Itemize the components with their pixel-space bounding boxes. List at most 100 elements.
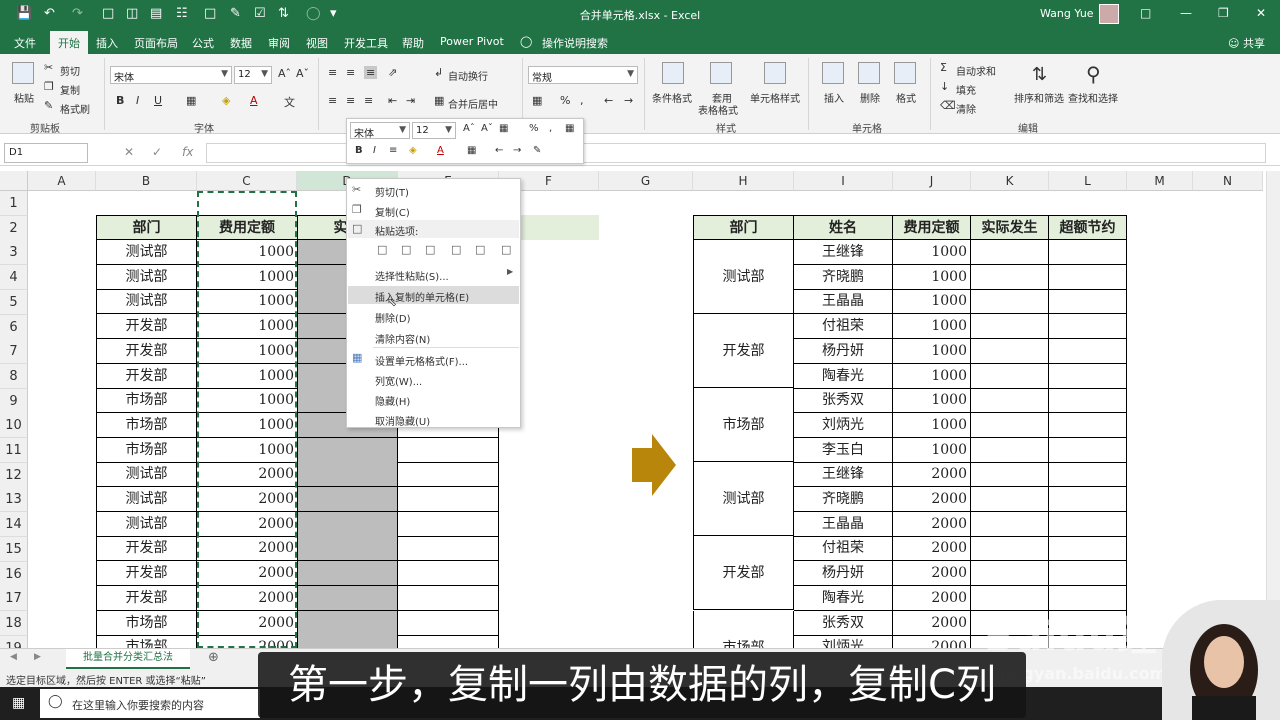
tab-formulas[interactable]: 公式 xyxy=(192,35,214,51)
column-header-i[interactable]: I xyxy=(794,171,893,191)
italic-icon[interactable]: I xyxy=(373,145,376,156)
insert-cells-icon[interactable] xyxy=(822,62,844,84)
vertical-scrollbar[interactable] xyxy=(1266,171,1280,648)
left-dept-cell[interactable]: 市场部 xyxy=(96,610,197,636)
right-empty-cell[interactable] xyxy=(1049,412,1127,438)
tab-page-layout[interactable]: 页面布局 xyxy=(134,35,178,51)
find-select-button[interactable]: 查找和选择 xyxy=(1068,90,1118,105)
percent-icon[interactable]: % xyxy=(560,94,570,107)
right-header-dept[interactable]: 部门 xyxy=(693,215,794,240)
close-icon[interactable]: ✕ xyxy=(1256,6,1266,20)
right-budget-cell[interactable]: 1000 xyxy=(893,338,971,364)
paste-icon[interactable]: □ xyxy=(377,243,387,256)
left-dept-cell[interactable]: 开发部 xyxy=(96,536,197,562)
menu-format-cells[interactable]: 设置单元格格式(F)... xyxy=(375,353,468,368)
align-right-icon[interactable]: ≡ xyxy=(364,94,373,107)
fill-color-icon[interactable]: ◈ xyxy=(409,145,417,156)
cut-button[interactable]: 剪切 xyxy=(60,63,80,78)
increase-indent-icon[interactable]: ⇥ xyxy=(406,94,415,107)
next-sheet-icon[interactable]: ▶ xyxy=(34,652,41,662)
right-empty-cell[interactable] xyxy=(1049,536,1127,562)
sort-icon[interactable]: ⇅ xyxy=(278,6,289,21)
bold-icon[interactable]: B xyxy=(116,94,124,107)
left-dept-cell[interactable]: 开发部 xyxy=(96,338,197,364)
increase-font-icon[interactable]: Aˆ xyxy=(278,67,291,80)
accounting-icon[interactable]: ▦ xyxy=(532,94,542,107)
prev-sheet-icon[interactable]: ◀ xyxy=(10,652,17,662)
tell-me-search[interactable]: 操作说明搜索 xyxy=(542,35,608,51)
tab-view[interactable]: 视图 xyxy=(306,35,328,51)
right-empty-cell[interactable] xyxy=(1049,289,1127,315)
row-header[interactable]: 3 xyxy=(0,240,28,266)
row-header[interactable]: 10 xyxy=(0,413,28,439)
percent-icon[interactable]: % xyxy=(529,123,539,134)
sort-filter-icon[interactable]: ⇅ xyxy=(1032,64,1047,85)
right-empty-cell[interactable] xyxy=(971,338,1049,364)
right-empty-cell[interactable] xyxy=(971,511,1049,537)
left-actual-cell[interactable] xyxy=(298,437,398,463)
left-actual-cell[interactable] xyxy=(298,610,398,636)
right-dept-merged-cell[interactable]: 市场部 xyxy=(693,388,794,463)
row-header[interactable]: 6 xyxy=(0,314,28,340)
right-budget-cell[interactable]: 2000 xyxy=(893,462,971,488)
row-header[interactable]: 1 xyxy=(0,191,28,216)
open-folder-icon[interactable]: ◫ xyxy=(126,6,138,21)
user-name[interactable]: Wang Yue xyxy=(1040,7,1094,20)
format-painter-button[interactable]: 格式刷 xyxy=(60,101,90,116)
right-budget-cell[interactable]: 2000 xyxy=(893,536,971,562)
search-icon[interactable]: ⚲ xyxy=(1086,62,1101,86)
right-budget-cell[interactable]: 2000 xyxy=(893,511,971,537)
right-name-cell[interactable]: 王晶晶 xyxy=(794,511,893,537)
right-budget-cell[interactable]: 2000 xyxy=(893,585,971,611)
tab-help[interactable]: 帮助 xyxy=(402,35,424,51)
row-header[interactable]: 4 xyxy=(0,265,28,291)
cancel-icon[interactable]: ✕ xyxy=(124,145,134,159)
left-actual-cell[interactable] xyxy=(298,462,398,488)
right-header-saving[interactable]: 超额节约 xyxy=(1049,215,1127,240)
left-empty-cell[interactable] xyxy=(398,610,499,636)
right-empty-cell[interactable] xyxy=(1049,240,1127,265)
menu-copy[interactable]: 复制(C) xyxy=(375,204,410,219)
autosum-button[interactable]: 自动求和 xyxy=(956,63,996,78)
left-actual-cell[interactable] xyxy=(298,536,398,562)
bold-icon[interactable]: B xyxy=(355,145,363,156)
tab-review[interactable]: 审阅 xyxy=(268,35,290,51)
wrap-text-button[interactable]: 自动换行 xyxy=(448,68,488,83)
paste-formulas-icon[interactable]: □ xyxy=(425,243,435,256)
row-header[interactable]: 16 xyxy=(0,561,28,587)
right-empty-cell[interactable] xyxy=(971,487,1049,512)
right-name-cell[interactable]: 付祖荣 xyxy=(794,314,893,340)
cell-styles-icon[interactable] xyxy=(764,62,786,84)
right-budget-cell[interactable]: 2000 xyxy=(893,561,971,587)
right-name-cell[interactable]: 齐晓鹏 xyxy=(794,264,893,290)
right-empty-cell[interactable] xyxy=(971,264,1049,290)
right-empty-cell[interactable] xyxy=(971,289,1049,315)
tab-data[interactable]: 数据 xyxy=(230,35,252,51)
left-actual-cell[interactable] xyxy=(298,585,398,611)
phonetic-icon[interactable]: 文 xyxy=(284,94,295,110)
border-icon[interactable]: ▦ xyxy=(467,145,476,156)
copy-button[interactable]: 复制 xyxy=(60,82,80,97)
name-box[interactable]: D1 xyxy=(4,143,88,163)
column-header-c[interactable]: C xyxy=(197,171,297,191)
right-dept-merged-cell[interactable]: 开发部 xyxy=(693,536,794,611)
checkbox-icon[interactable]: ☑ xyxy=(254,6,266,21)
paste-link-icon[interactable]: □ xyxy=(501,243,511,256)
fill-color-icon[interactable]: ◈ xyxy=(222,94,230,107)
align-center-icon[interactable]: ≡ xyxy=(389,145,397,156)
menu-delete[interactable]: 删除(D) xyxy=(375,310,411,325)
row-header[interactable]: 14 xyxy=(0,512,28,538)
left-dept-cell[interactable]: 市场部 xyxy=(96,388,197,414)
cell-styles-button[interactable]: 单元格样式 xyxy=(750,90,800,105)
decrease-decimal-icon[interactable]: → xyxy=(513,145,521,156)
right-empty-cell[interactable] xyxy=(971,536,1049,562)
windows-start-icon[interactable]: ▦ xyxy=(12,695,25,711)
insert-cells-button[interactable]: 插入 xyxy=(824,90,844,105)
row-header[interactable]: 12 xyxy=(0,462,28,488)
row-header[interactable]: 11 xyxy=(0,438,28,463)
right-empty-cell[interactable] xyxy=(971,437,1049,463)
column-header-j[interactable]: J xyxy=(893,171,971,191)
row-header[interactable]: 9 xyxy=(0,388,28,414)
paste-values-icon[interactable]: □ xyxy=(401,243,411,256)
right-empty-cell[interactable] xyxy=(1049,388,1127,414)
